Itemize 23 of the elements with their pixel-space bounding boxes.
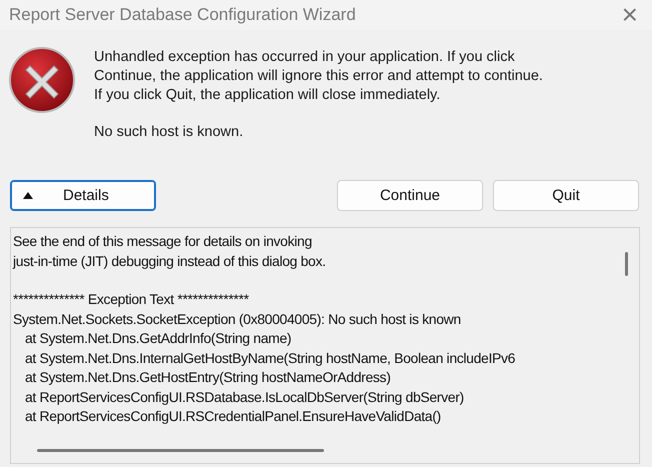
close-button[interactable]: × bbox=[622, 1, 638, 29]
stack-trace-line: at ReportServicesConfigUI.RSDatabase.IsLocalDbServer(String dbServer) bbox=[24, 388, 465, 407]
details-button[interactable]: Details bbox=[10, 180, 156, 211]
quit-button[interactable]: Quit bbox=[493, 180, 639, 211]
details-line: just-in-time (JIT) debugging instead of this dialog box. bbox=[13, 252, 327, 271]
stack-trace-line: at System.Net.Dns.GetAddrInfo(String name) bbox=[24, 329, 292, 348]
vertical-scrollbar[interactable] bbox=[624, 252, 628, 276]
details-line: System.Net.Sockets.SocketException (0x80004005): No such host is known bbox=[13, 310, 462, 329]
stack-trace-line: at System.Net.Dns.GetHostEntry(String hostNameOrAddress) bbox=[24, 368, 392, 387]
error-message: Unhandled exception has occurred in your application. If you click bbox=[94, 48, 516, 67]
window-title: Report Server Database Configuration Wizard bbox=[9, 5, 356, 25]
details-text-area[interactable] bbox=[10, 227, 640, 464]
horizontal-scrollbar[interactable] bbox=[37, 448, 324, 452]
error-icon bbox=[8, 46, 76, 114]
details-line: ************** Exception Text ************** bbox=[13, 290, 250, 309]
error-detail: No such host is known. bbox=[94, 124, 244, 140]
stack-trace-line: at System.Net.Dns.InternalGetHostByName(String hostName, Boolean includeIPv6 bbox=[24, 348, 516, 368]
error-message: Continue, the application will ignore this error and attempt to continue. bbox=[94, 67, 543, 86]
error-message: If you click Quit, the application will close immediately. bbox=[94, 86, 442, 105]
details-line: See the end of this message for details on invoking bbox=[13, 232, 313, 251]
up-triangle-icon bbox=[23, 192, 33, 199]
continue-button[interactable]: Continue bbox=[337, 180, 483, 211]
stack-trace-line: at ReportServicesConfigUI.RSCredentialPanel.EnsureHaveValidData() bbox=[24, 407, 442, 426]
